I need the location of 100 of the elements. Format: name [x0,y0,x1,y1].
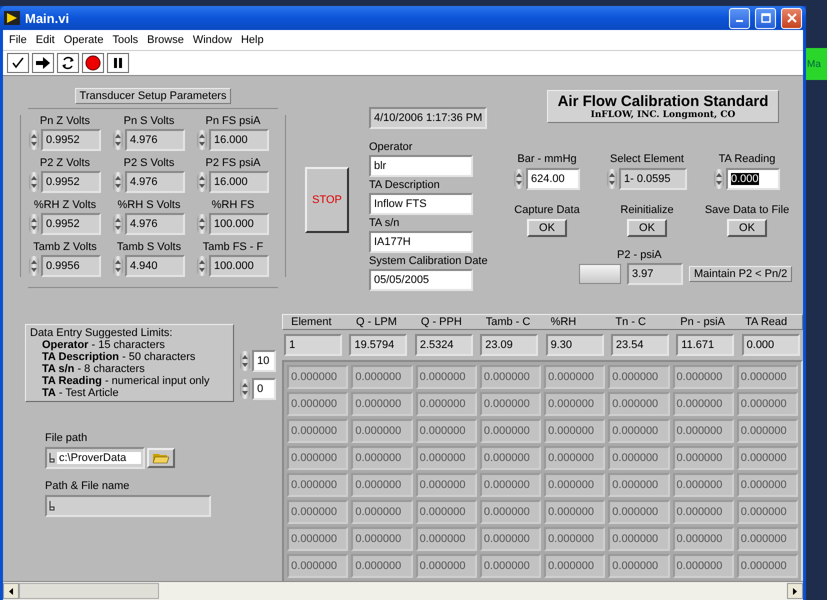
increment-decrement-button[interactable] [714,169,724,189]
text-field[interactable]: Inflow FTS [369,193,473,215]
maximize-button[interactable] [755,8,776,28]
increment-decrement-button[interactable] [197,172,207,192]
text-field[interactable]: 05/05/2005 [369,269,473,291]
ok-button[interactable]: OK [727,219,767,237]
abort-button[interactable] [82,53,104,73]
numeric-field[interactable]: 16.000 [209,129,269,151]
run-arrow-button[interactable] [32,53,54,73]
increment-decrement-button[interactable] [240,379,250,399]
checkmark-button[interactable] [7,53,29,73]
path-field[interactable] [45,495,211,517]
menu-item[interactable]: Tools [112,34,138,46]
table-cell: 9.30 [546,334,604,356]
increment-decrement-button[interactable] [113,256,123,276]
field-label: P2 - psiA [617,249,663,261]
scroll-right-button[interactable] [787,583,803,599]
note-line: TA s/n - 8 characters [41,363,146,375]
index-field[interactable]: 10 [252,350,276,372]
menu-item[interactable]: File [9,34,27,46]
table-cell: 0.000000 [351,392,413,416]
numeric-field[interactable]: 0.9956 [41,255,101,277]
numeric-field[interactable]: 4.976 [125,213,185,235]
table-cell: 0.000000 [351,527,413,551]
numeric-field[interactable]: 0.9952 [41,129,101,151]
increment-decrement-button[interactable] [197,256,207,276]
table-cell: 0.000000 [544,554,606,578]
table-cell: 0.000000 [544,500,606,524]
table-cell: 0.000000 [480,527,542,551]
index-field[interactable]: 0 [252,378,276,400]
table-cell: 0.000000 [351,554,413,578]
increment-decrement-button[interactable] [240,351,250,371]
numeric-field[interactable]: 0.9952 [41,171,101,193]
text-field[interactable]: IA177H [369,231,473,253]
pause-button[interactable] [107,53,129,73]
increment-decrement-button[interactable] [607,169,617,189]
scroll-left-button[interactable] [3,583,19,599]
menu-item[interactable]: Browse [147,34,184,46]
scrollbar-thumb[interactable] [19,583,159,599]
field-label: File path [45,432,88,444]
text-field[interactable]: blr [369,155,473,177]
table-cell: 0.000000 [351,365,413,389]
numeric-field[interactable]: 100.000 [209,213,269,235]
table-cell: 0.000000 [672,392,734,416]
slide-control[interactable] [579,264,621,284]
timestamp-field: 4/10/2006 1:17:36 PM [369,107,487,129]
increment-decrement-button[interactable] [197,130,207,150]
table-cell: 0.000000 [480,554,542,578]
increment-decrement-button[interactable] [29,172,39,192]
table-cell: 0.000000 [608,500,670,524]
table-cell: 0.000000 [480,446,542,470]
column-header: Tamb - C [484,315,532,329]
run-continuously-button[interactable] [57,53,79,73]
table-cell: 0.000000 [608,446,670,470]
browse-button[interactable] [147,448,175,468]
field-label: %RH S Volts [118,199,180,211]
table-cell: 0.000000 [544,446,606,470]
numeric-field[interactable]: 4.976 [125,129,185,151]
numeric-field[interactable]: 624.00 [526,168,580,190]
menu-item[interactable]: Help [240,34,264,46]
numeric-field[interactable]: 0.9952 [41,213,101,235]
checkmark-icon [12,57,24,69]
increment-decrement-button[interactable] [29,214,39,234]
increment-decrement-button[interactable] [514,169,524,189]
numeric-field[interactable]: 4.976 [125,171,185,193]
column-header: Q - LPM [354,315,398,329]
field-label: %RH FS [212,199,254,211]
stop-sign-icon [85,55,101,71]
table-cell: 0.000000 [351,500,413,524]
menu-item[interactable]: Window [192,34,232,46]
increment-decrement-button[interactable] [29,256,39,276]
table-cell: 0.000000 [672,446,734,470]
close-button[interactable] [781,8,802,28]
ok-button[interactable]: OK [627,219,667,237]
path-field[interactable]: c:\ProverData [45,447,145,469]
field-label: Pn S Volts [124,115,174,127]
table-cell: 0.000000 [672,473,734,497]
increment-decrement-button[interactable] [113,214,123,234]
ok-button[interactable]: OK [527,219,567,237]
table-cell: 0.000000 [287,392,348,416]
numeric-field[interactable]: 0.000 [726,168,780,190]
field-label: Tamb S Volts [116,241,182,253]
increment-decrement-button[interactable] [29,130,39,150]
increment-decrement-button[interactable] [197,214,207,234]
numeric-field[interactable]: 4.940 [125,255,185,277]
table-cell: 0.000000 [416,473,477,497]
table-cell: 0.000000 [480,419,542,443]
table-cell: 0.000000 [544,473,606,497]
increment-decrement-button[interactable] [113,130,123,150]
minimize-button[interactable] [729,8,750,28]
table-cell: 11.671 [676,334,734,356]
numeric-field[interactable]: 16.000 [209,171,269,193]
menu-item[interactable]: Operate [64,34,104,46]
button-caption: Reinitialize [620,204,674,216]
menu-item[interactable]: Edit [36,34,55,46]
table-cell: 0.000000 [736,365,798,389]
path-icon [49,501,55,511]
numeric-field[interactable]: 100.000 [209,255,269,277]
increment-decrement-button[interactable] [113,172,123,192]
circular-arrows-icon [61,56,75,70]
